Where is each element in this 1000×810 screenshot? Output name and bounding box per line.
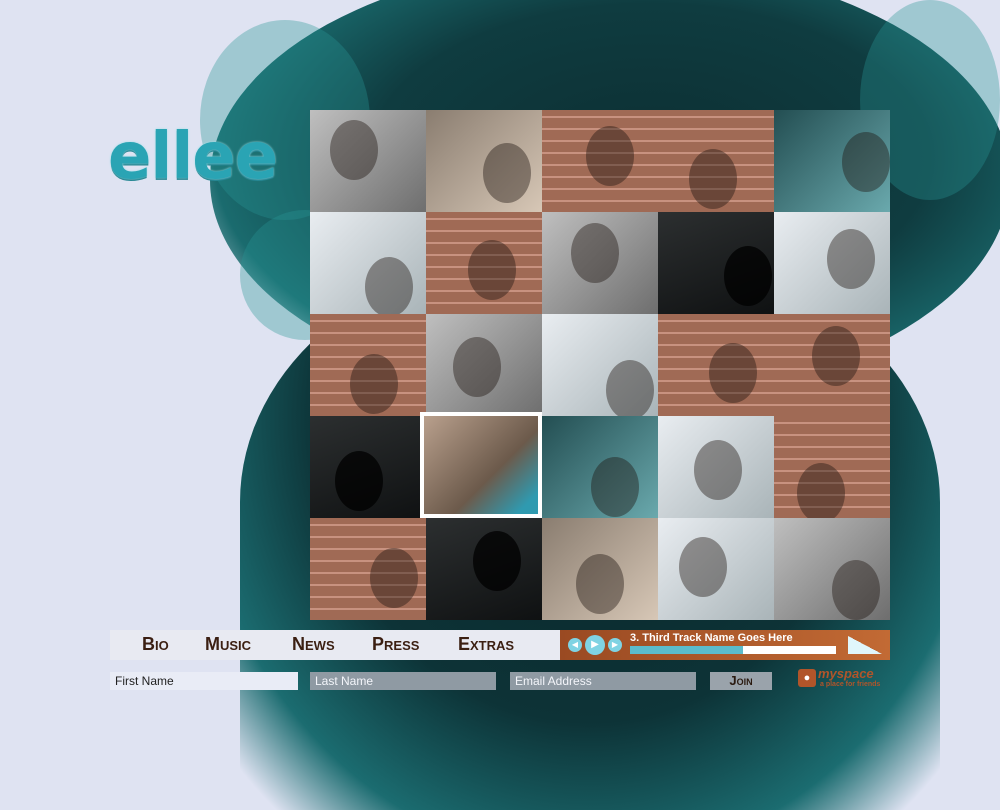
myspace-people-icon: ● — [798, 669, 816, 687]
photo-tile[interactable] — [658, 518, 774, 620]
site-logo[interactable]: ellee — [108, 120, 278, 194]
photo-figure — [842, 132, 890, 192]
photo-tile[interactable] — [774, 416, 890, 518]
photo-figure — [606, 360, 654, 416]
photo-tile[interactable] — [542, 110, 658, 212]
photo-tile[interactable] — [658, 110, 774, 212]
play-icon[interactable]: ▶ — [585, 635, 605, 655]
nav-news[interactable]: News — [292, 634, 335, 655]
photo-figure — [335, 451, 383, 511]
track-progress-bar[interactable] — [630, 646, 836, 654]
photo-figure — [370, 548, 418, 608]
photo-tile[interactable] — [310, 314, 426, 416]
photo-tile[interactable] — [426, 110, 542, 212]
photo-tile[interactable] — [310, 110, 426, 212]
photo-figure — [330, 120, 378, 180]
photo-tile[interactable] — [310, 212, 426, 314]
photo-figure — [724, 246, 772, 306]
track-progress-fill — [630, 646, 744, 654]
photo-tile[interactable] — [542, 212, 658, 314]
photo-figure — [365, 257, 413, 314]
photo-figure — [473, 531, 521, 591]
photo-tile[interactable] — [658, 314, 774, 416]
photo-figure — [586, 126, 634, 186]
photo-figure — [468, 240, 516, 300]
photo-figure — [812, 326, 860, 386]
track-title: 3. Third Track Name Goes Here — [630, 632, 793, 644]
first-name-input[interactable] — [110, 672, 298, 690]
myspace-tagline: a place for friends — [820, 681, 881, 688]
photo-tile[interactable] — [658, 212, 774, 314]
photo-figure — [827, 229, 875, 289]
photo-tile[interactable] — [774, 314, 890, 416]
myspace-wordmark: myspace — [818, 666, 874, 681]
join-button[interactable]: Join — [710, 672, 772, 690]
photo-figure — [591, 457, 639, 517]
nav-extras[interactable]: Extras — [458, 634, 514, 655]
photo-tile[interactable] — [774, 110, 890, 212]
photo-figure — [797, 463, 845, 518]
photo-figure — [350, 354, 398, 414]
photo-tile[interactable] — [774, 518, 890, 620]
volume-icon[interactable] — [848, 636, 882, 654]
nav-press[interactable]: Press — [372, 634, 419, 655]
photo-tile[interactable] — [542, 314, 658, 416]
photo-tile[interactable] — [426, 314, 542, 416]
photo-tile[interactable] — [310, 518, 426, 620]
photo-tile[interactable] — [426, 212, 542, 314]
photo-gallery — [310, 110, 890, 620]
photo-figure — [694, 440, 742, 500]
photo-figure — [571, 223, 619, 283]
nav-bio[interactable]: Bio — [142, 634, 169, 655]
photo-figure — [576, 554, 624, 614]
photo-figure — [689, 149, 737, 209]
next-icon[interactable]: ▶ — [608, 638, 622, 652]
photo-tile[interactable] — [542, 416, 658, 518]
photo-figure — [483, 143, 531, 203]
photo-figure — [453, 337, 501, 397]
photo-figure — [679, 537, 727, 597]
photo-tile[interactable] — [310, 416, 426, 518]
email-input[interactable] — [510, 672, 696, 690]
photo-figure — [709, 343, 757, 403]
myspace-link[interactable]: ● myspace a place for friends — [798, 666, 890, 692]
prev-icon[interactable]: ◀ — [568, 638, 582, 652]
photo-figure — [832, 560, 880, 620]
photo-tile[interactable] — [774, 212, 890, 314]
music-player: ◀ ▶ ▶ 3. Third Track Name Goes Here — [560, 630, 890, 660]
selected-photo-tile[interactable] — [420, 412, 542, 518]
photo-tile[interactable] — [658, 416, 774, 518]
last-name-input[interactable] — [310, 672, 496, 690]
photo-tile[interactable] — [542, 518, 658, 620]
photo-tile[interactable] — [426, 518, 542, 620]
nav-music[interactable]: Music — [205, 634, 251, 655]
